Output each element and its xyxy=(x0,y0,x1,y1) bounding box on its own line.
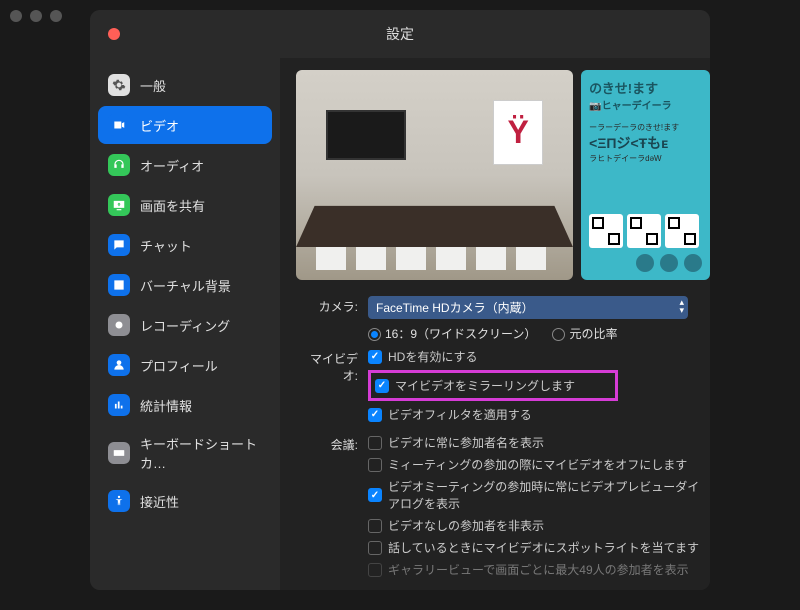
outer-traffic-lights xyxy=(10,10,62,22)
link-icon xyxy=(684,254,702,272)
show-participant-name-checkbox[interactable]: ビデオに常に参加者名を表示 xyxy=(368,434,710,451)
window-title: 設定 xyxy=(90,10,710,58)
profile-icon xyxy=(108,354,130,376)
spotlight-speaker-checkbox[interactable]: 話しているときにマイビデオにスポットライトを当てます xyxy=(368,539,710,556)
camera-select[interactable]: FaceTime HDカメラ（内蔵） ▴▾ xyxy=(368,296,688,319)
sidebar-item-label: 画面を共有 xyxy=(140,196,205,215)
sidebar-item-keyboard-shortcuts[interactable]: キーボードショートカ… xyxy=(98,426,272,480)
aspect-ratio-original-radio[interactable]: 元の比率 xyxy=(552,325,617,342)
sidebar-item-label: 一般 xyxy=(140,76,166,95)
preview-dialog-checkbox[interactable]: ビデオミーティングの参加時に常にビデオプレビューダイアログを表示 xyxy=(368,478,710,512)
gallery-49-checkbox[interactable]: ギャラリービューで画面ごとに最大49人の参加者を表示 xyxy=(368,561,710,578)
meeting-label: 会議: xyxy=(296,434,368,453)
sidebar-item-label: プロフィール xyxy=(140,356,218,375)
sidebar-item-label: 統計情報 xyxy=(140,396,192,415)
hide-non-video-checkbox[interactable]: ビデオなしの参加者を非表示 xyxy=(368,517,710,534)
qr-code xyxy=(627,214,661,248)
headphones-icon xyxy=(108,154,130,176)
video-off-on-join-checkbox[interactable]: ミィーティングの参加の際にマイビデオをオフにします xyxy=(368,456,710,473)
close-window-button[interactable] xyxy=(108,28,120,40)
settings-sidebar: 一般 ビデオ オーディオ 画面を共有 チャット バーチャル背景 xyxy=(90,58,280,590)
sidebar-item-label: キーボードショートカ… xyxy=(140,434,262,472)
my-video-label: マイビデオ: xyxy=(296,348,368,384)
sidebar-item-label: チャット xyxy=(140,236,192,255)
sidebar-item-label: レコーディング xyxy=(140,316,230,335)
sidebar-item-label: 接近性 xyxy=(140,492,179,511)
enable-hd-checkbox[interactable]: HDを有効にする xyxy=(368,348,710,365)
sidebar-item-label: ビデオ xyxy=(140,116,179,135)
recording-icon xyxy=(108,314,130,336)
statistics-icon xyxy=(108,394,130,416)
sidebar-item-recording[interactable]: レコーディング xyxy=(98,306,272,344)
settings-window: 設定 一般 ビデオ オーディオ 画面を共有 チャット xyxy=(90,10,710,590)
traffic-lights xyxy=(108,28,120,40)
keyboard-icon xyxy=(108,442,130,464)
chevron-updown-icon: ▴▾ xyxy=(679,298,684,314)
sidebar-item-chat[interactable]: チャット xyxy=(98,226,272,264)
sidebar-item-profile[interactable]: プロフィール xyxy=(98,346,272,384)
sidebar-item-label: バーチャル背景 xyxy=(140,276,231,295)
sidebar-item-accessibility[interactable]: 接近性 xyxy=(98,482,272,520)
video-filter-checkbox[interactable]: ビデオフィルタを適用する xyxy=(368,406,710,423)
sidebar-item-label: オーディオ xyxy=(140,156,204,175)
sidebar-item-virtual-background[interactable]: バーチャル背景 xyxy=(98,266,272,304)
social-icon xyxy=(636,254,654,272)
virtual-background-icon xyxy=(108,274,130,296)
qr-code xyxy=(665,214,699,248)
sidebar-item-statistics[interactable]: 統計情報 xyxy=(98,386,272,424)
settings-panel-video: Ÿ のきせ!ます 📷ヒャーデイーラ ーラーデーラのきせ!ます <ΞΠジ<Ŧもᴇ … xyxy=(280,58,710,590)
social-icon xyxy=(660,254,678,272)
qr-code xyxy=(589,214,623,248)
sidebar-item-audio[interactable]: オーディオ xyxy=(98,146,272,184)
sidebar-item-video[interactable]: ビデオ xyxy=(98,106,272,144)
chat-icon xyxy=(108,234,130,256)
camera-label: カメラ: xyxy=(296,296,368,315)
sidebar-item-general[interactable]: 一般 xyxy=(98,66,272,104)
sidebar-item-share-screen[interactable]: 画面を共有 xyxy=(98,186,272,224)
virtual-background-overlay: のきせ!ます 📷ヒャーデイーラ ーラーデーラのきせ!ます <ΞΠジ<Ŧもᴇ ラヒ… xyxy=(581,70,710,280)
gear-icon xyxy=(108,74,130,96)
highlight-annotation: マイビデオをミラーリングします xyxy=(368,370,618,401)
accessibility-icon xyxy=(108,490,130,512)
aspect-ratio-wide-radio[interactable]: 16：9（ワイドスクリーン） xyxy=(368,325,536,342)
video-icon xyxy=(108,114,130,136)
camera-preview: Ÿ xyxy=(296,70,573,280)
mirror-video-checkbox[interactable]: マイビデオをミラーリングします xyxy=(375,377,575,394)
share-screen-icon xyxy=(108,194,130,216)
